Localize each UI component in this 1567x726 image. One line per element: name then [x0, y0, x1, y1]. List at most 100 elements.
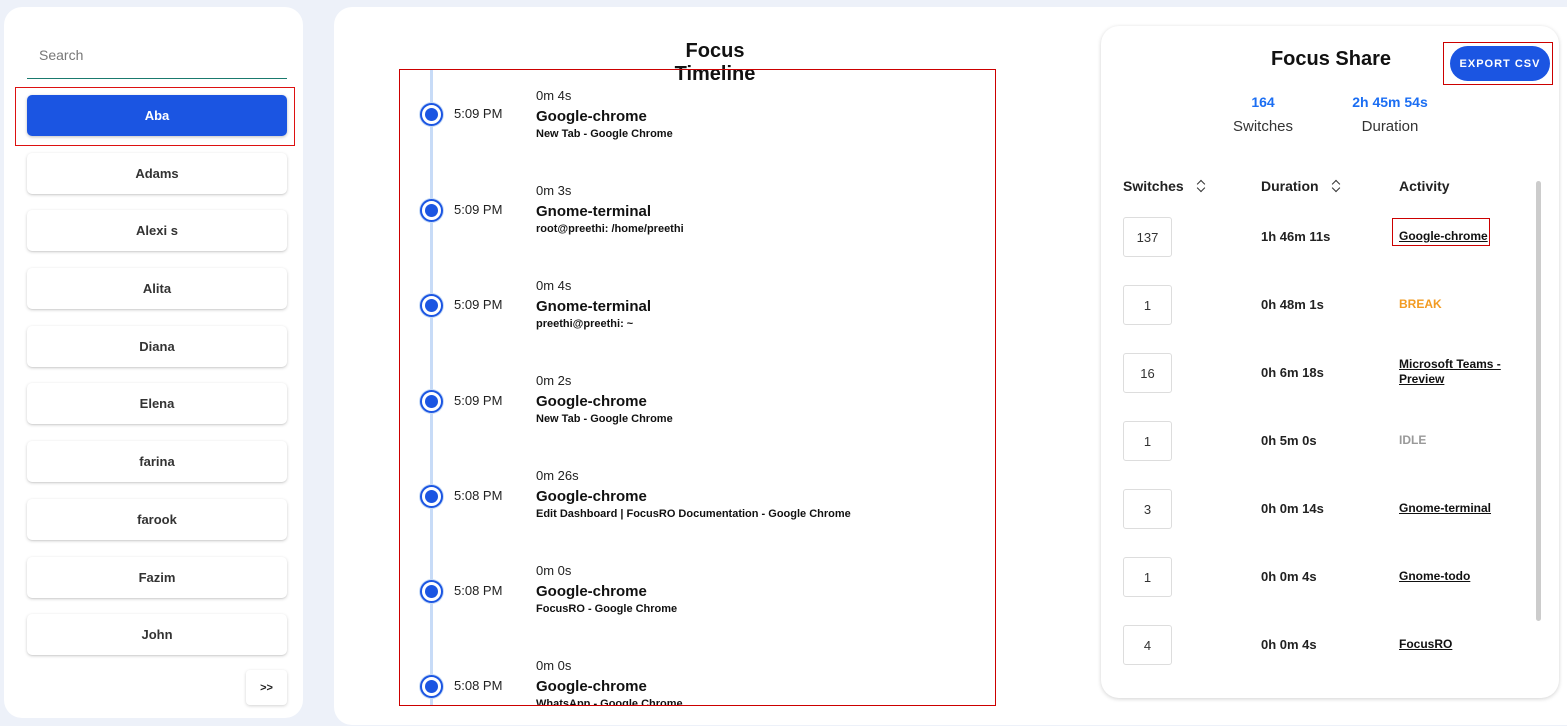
user-item-john[interactable]: John — [27, 614, 287, 656]
user-list: Aba Adams Alexi s Alita Diana Elena fari… — [27, 95, 287, 672]
column-header-switches-label: Switches — [1123, 178, 1184, 194]
activity-link[interactable]: Gnome-todo — [1399, 569, 1517, 584]
focus-share-title: Focus Share — [1270, 48, 1392, 70]
switches-cell: 1 — [1123, 421, 1172, 461]
timeline-time: 5:09 PM — [454, 297, 503, 312]
user-sidebar: Aba Adams Alexi s Alita Diana Elena fari… — [4, 7, 303, 718]
activity-link[interactable]: FocusRO — [1399, 637, 1517, 652]
user-item-adams[interactable]: Adams — [27, 152, 287, 194]
timeline-duration: 0m 3s — [536, 183, 572, 198]
timeline-dot-icon — [420, 103, 443, 126]
column-header-duration[interactable]: Duration — [1261, 178, 1341, 194]
timeline-entry: 5:08 PM 0m 0s Google-chrome FocusRO - Go… — [400, 545, 995, 640]
timeline-time: 5:08 PM — [454, 488, 503, 503]
focus-timeline: 5:09 PM 0m 4s Google-chrome New Tab - Go… — [399, 69, 996, 706]
switches-cell: 4 — [1123, 625, 1172, 665]
table-row: 1 0h 0m 4s Gnome-todo — [1101, 551, 1559, 619]
timeline-time: 5:09 PM — [454, 106, 503, 121]
column-header-switches[interactable]: Switches — [1123, 178, 1206, 194]
export-csv-button[interactable]: EXPORT CSV — [1450, 46, 1550, 81]
timeline-duration: 0m 2s — [536, 373, 572, 388]
activity-link[interactable]: Gnome-terminal — [1399, 501, 1517, 516]
timeline-dot-icon — [420, 294, 443, 317]
timeline-app: Google-chrome — [536, 583, 647, 600]
duration-cell: 0h 0m 4s — [1261, 569, 1317, 584]
duration-cell: 0h 0m 4s — [1261, 637, 1317, 652]
duration-label: Duration — [1361, 118, 1419, 135]
table-row: 3 0h 0m 14s Gnome-terminal — [1101, 483, 1559, 551]
switches-cell: 16 — [1123, 353, 1172, 393]
user-item-alexi-s[interactable]: Alexi s — [27, 210, 287, 252]
duration-cell: 0h 5m 0s — [1261, 433, 1317, 448]
duration-total: 2h 45m 54s — [1352, 94, 1428, 110]
table-row: 4 0h 0m 4s FocusRO — [1101, 619, 1559, 687]
timeline-entry: 5:09 PM 0m 4s Gnome-terminal preethi@pre… — [400, 260, 995, 355]
duration-stat: 2h 45m 54s Duration — [1330, 94, 1450, 135]
timeline-window: FocusRO - Google Chrome — [536, 603, 678, 615]
timeline-window: New Tab - Google Chrome — [536, 128, 673, 140]
focus-share-table: 137 1h 46m 11s Google-chrome 1 0h 48m 1s… — [1101, 211, 1559, 687]
user-item-farina[interactable]: farina — [27, 441, 287, 483]
timeline-duration: 0m 0s — [536, 563, 572, 578]
switches-cell: 1 — [1123, 557, 1172, 597]
search-input[interactable] — [27, 35, 287, 78]
timeline-app: Google-chrome — [536, 488, 647, 505]
user-item-farook[interactable]: farook — [27, 498, 287, 540]
timeline-time: 5:08 PM — [454, 678, 503, 693]
user-item-aba[interactable]: Aba — [27, 95, 287, 136]
sort-icon[interactable] — [1331, 179, 1341, 193]
switches-total: 164 — [1251, 94, 1275, 110]
duration-cell: 0h 48m 1s — [1261, 297, 1324, 312]
user-item-elena[interactable]: Elena — [27, 383, 287, 425]
timeline-dot-icon — [420, 675, 443, 698]
switches-cell: 137 — [1123, 217, 1172, 257]
table-row: 16 0h 6m 18s Microsoft Teams - Preview — [1101, 347, 1559, 415]
timeline-time: 5:09 PM — [454, 393, 503, 408]
timeline-dot-icon — [420, 580, 443, 603]
switches-cell: 1 — [1123, 285, 1172, 325]
timeline-app: Google-chrome — [536, 108, 647, 125]
user-item-alita[interactable]: Alita — [27, 268, 287, 310]
table-row: 137 1h 46m 11s Google-chrome — [1101, 211, 1559, 279]
timeline-window: preethi@preethi: ~ — [536, 318, 634, 330]
column-header-activity-label: Activity — [1399, 178, 1450, 194]
switches-cell: 3 — [1123, 489, 1172, 529]
timeline-app: Gnome-terminal — [536, 203, 652, 220]
activity-break-label: BREAK — [1399, 297, 1442, 311]
sort-icon[interactable] — [1196, 179, 1206, 193]
table-row: 1 0h 48m 1s BREAK — [1101, 279, 1559, 347]
main-panel: Focus Timeline 5:09 PM 0m 4s Google-chro… — [334, 7, 1567, 725]
timeline-duration: 0m 4s — [536, 278, 572, 293]
user-item-fazim[interactable]: Fazim — [27, 556, 287, 598]
table-scrollbar[interactable] — [1536, 181, 1541, 621]
timeline-window: WhatsApp - Google Chrome — [536, 698, 683, 706]
timeline-entry: 5:08 PM 0m 26s Google-chrome Edit Dashbo… — [400, 450, 995, 545]
duration-cell: 0h 6m 18s — [1261, 365, 1324, 380]
focus-share-card: Focus Share EXPORT CSV 164 Switches 2h 4… — [1101, 26, 1559, 698]
search-field — [27, 35, 287, 79]
duration-cell: 1h 46m 11s — [1261, 229, 1331, 244]
timeline-dot-icon — [420, 199, 443, 222]
activity-link[interactable]: Google-chrome — [1399, 229, 1517, 244]
next-page-button[interactable]: >> — [246, 670, 287, 705]
timeline-duration: 0m 0s — [536, 658, 572, 673]
user-item-diana[interactable]: Diana — [27, 325, 287, 367]
timeline-app: Gnome-terminal — [536, 298, 652, 315]
timeline-time: 5:08 PM — [454, 583, 503, 598]
timeline-entry: 5:09 PM 0m 3s Gnome-terminal root@preeth… — [400, 165, 995, 260]
activity-idle-label: IDLE — [1399, 433, 1427, 447]
switches-label: Switches — [1232, 118, 1294, 135]
timeline-window: Edit Dashboard | FocusRO Documentation -… — [536, 508, 851, 520]
activity-link[interactable]: Microsoft Teams - Preview — [1399, 357, 1517, 387]
switches-stat: 164 Switches — [1203, 94, 1323, 135]
column-header-duration-label: Duration — [1261, 178, 1319, 194]
timeline-duration: 0m 4s — [536, 88, 572, 103]
timeline-dot-icon — [420, 390, 443, 413]
table-row: 1 0h 5m 0s IDLE — [1101, 415, 1559, 483]
timeline-window: root@preethi: /home/preethi — [536, 223, 684, 235]
timeline-entry: 5:08 PM 0m 0s Google-chrome WhatsApp - G… — [400, 640, 995, 706]
column-header-activity: Activity — [1399, 178, 1450, 194]
timeline-entry: 5:09 PM 0m 4s Google-chrome New Tab - Go… — [400, 70, 995, 165]
timeline-duration: 0m 26s — [536, 468, 579, 483]
timeline-entry: 5:09 PM 0m 2s Google-chrome New Tab - Go… — [400, 355, 995, 450]
